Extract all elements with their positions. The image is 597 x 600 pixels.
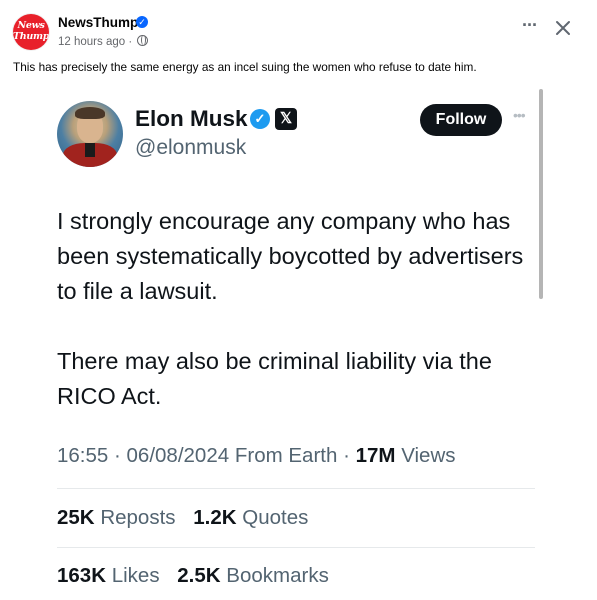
post-header: News Thump NewsThump ✓ 12 hours ago · ··… <box>0 0 597 56</box>
scrollbar[interactable] <box>539 89 543 299</box>
divider <box>57 547 535 548</box>
views-count: 17M <box>355 444 396 467</box>
page-name[interactable]: NewsThump <box>58 15 138 30</box>
tweet-avatar <box>57 101 123 167</box>
tweet-time: 16:55 <box>57 444 109 467</box>
views-label: Views <box>401 444 456 467</box>
likes-label: Likes <box>111 564 160 587</box>
reposts-label: Reposts <box>100 506 176 529</box>
tweet-source: From Earth <box>234 444 338 467</box>
tweet-date: 06/08/2024 <box>126 444 230 467</box>
reposts-count: 25K <box>57 506 95 529</box>
x-logo-icon: 𝕏 <box>275 108 297 130</box>
follow-button: Follow <box>420 104 502 136</box>
verified-badge-icon: ✓ <box>250 109 270 129</box>
page-avatar[interactable]: News Thump <box>13 14 49 50</box>
close-icon[interactable] <box>554 19 572 37</box>
more-horizontal-icon[interactable]: ··· <box>522 16 538 34</box>
divider <box>57 488 535 489</box>
verified-icon: ✓ <box>136 16 148 28</box>
bookmarks-label: Bookmarks <box>226 564 329 587</box>
post-meta: 12 hours ago · <box>58 35 149 48</box>
avatar-logo-line2: Thump <box>13 31 49 42</box>
quotes-label: Quotes <box>242 506 309 529</box>
tweet-paragraph: I strongly encourage any company who has… <box>57 208 524 304</box>
avatar-logo-line1: News <box>17 20 45 31</box>
meta-separator: · <box>128 36 133 48</box>
tweet-more-icon: ••• <box>513 107 526 123</box>
tweet-screenshot[interactable]: Elon Musk ✓ 𝕏 @elonmusk Follow ••• I str… <box>0 87 597 600</box>
tweet-text: I strongly encourage any company who has… <box>57 204 537 414</box>
bookmarks-count: 2.5K <box>177 564 221 587</box>
post-caption: This has precisely the same energy as an… <box>13 60 477 74</box>
tweet-author-name: Elon Musk <box>135 106 248 131</box>
tweet-timestamp: 16:55 · 06/08/2024 From Earth · 17M View… <box>57 444 456 467</box>
globe-icon <box>137 35 149 46</box>
tweet-handle: @elonmusk <box>135 136 247 159</box>
like-stats: 163K Likes 2.5K Bookmarks <box>57 564 329 588</box>
likes-count: 163K <box>57 564 107 587</box>
repost-stats: 25K Reposts 1.2K Quotes <box>57 506 308 530</box>
tweet-paragraph: There may also be criminal liability via… <box>57 348 492 409</box>
post-time[interactable]: 12 hours ago <box>58 36 125 48</box>
quotes-count: 1.2K <box>193 506 237 529</box>
